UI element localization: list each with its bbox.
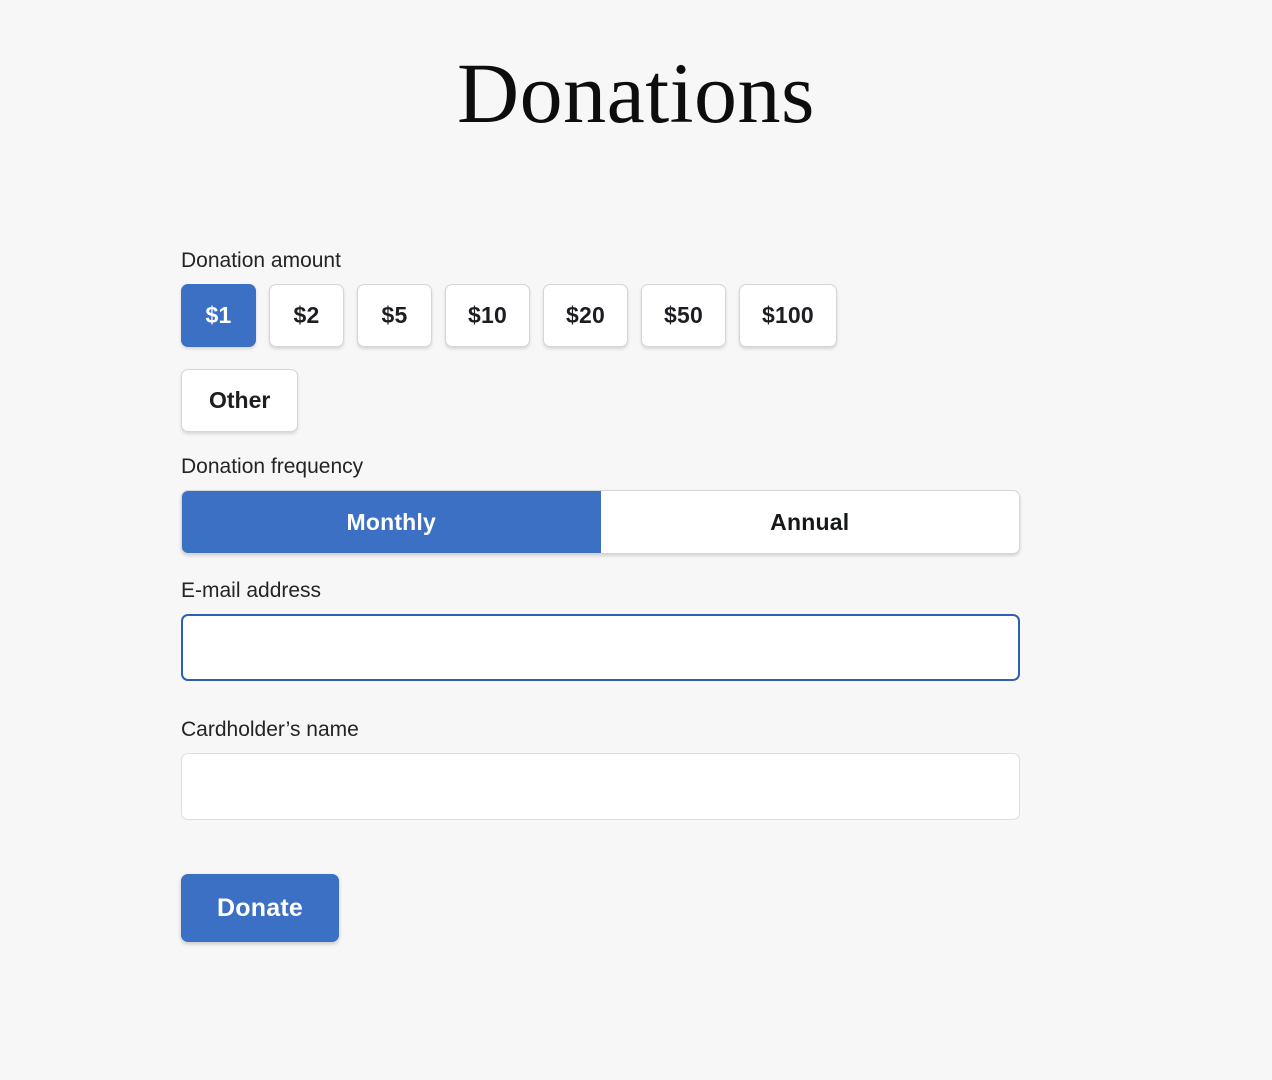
frequency-option-monthly[interactable]: Monthly xyxy=(182,491,601,553)
amount-option-100[interactable]: $100 xyxy=(738,284,837,347)
amount-option-50[interactable]: $50 xyxy=(640,284,726,347)
cardholder-name-input[interactable] xyxy=(181,753,1020,820)
amount-option-20[interactable]: $20 xyxy=(542,284,628,347)
donation-frequency-label: Donation frequency xyxy=(181,455,364,478)
cardholder-field-block xyxy=(181,753,1020,820)
amount-option-other[interactable]: Other xyxy=(181,369,299,432)
amount-option-1[interactable]: $1 xyxy=(181,284,256,347)
frequency-option-annual[interactable]: Annual xyxy=(600,491,1019,553)
email-input[interactable] xyxy=(181,614,1020,681)
email-label: E-mail address xyxy=(181,579,322,602)
donation-amount-label: Donation amount xyxy=(181,249,341,272)
donation-page: Donations Donation amount $1 $2 $5 $10 $… xyxy=(0,0,1272,1080)
email-field-block xyxy=(181,614,1020,681)
donation-form: Donation amount $1 $2 $5 $10 $20 $50 $10… xyxy=(181,248,1020,942)
donation-amount-other-row: Other xyxy=(181,369,1020,432)
cardholder-name-label: Cardholder’s name xyxy=(181,718,359,741)
donate-button[interactable]: Donate xyxy=(181,874,339,942)
amount-option-10[interactable]: $10 xyxy=(445,284,530,347)
amount-option-2[interactable]: $2 xyxy=(269,284,344,347)
amount-option-5[interactable]: $5 xyxy=(357,284,432,347)
page-title: Donations xyxy=(456,45,816,141)
donation-frequency-toggle: Monthly Annual xyxy=(181,490,1020,554)
donation-amount-options: $1 $2 $5 $10 $20 $50 $100 xyxy=(181,284,1026,347)
